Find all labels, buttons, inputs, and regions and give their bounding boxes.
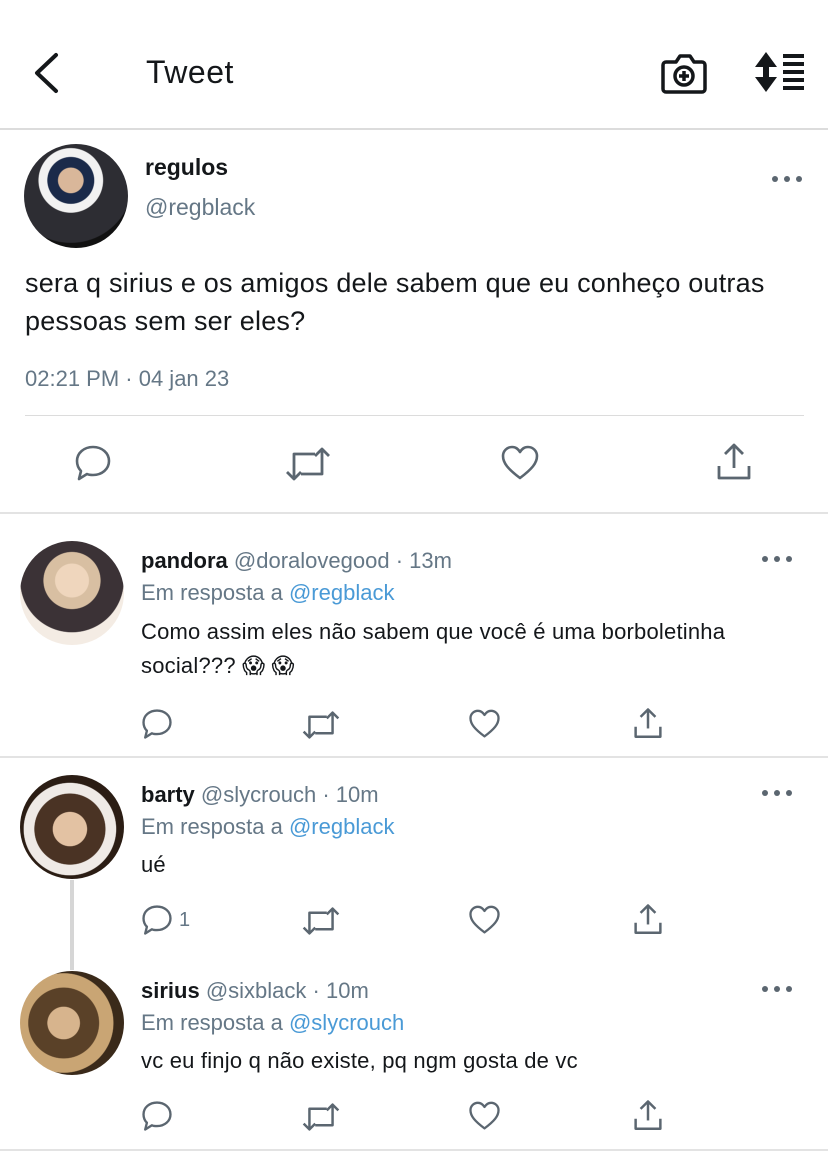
mention-link[interactable]: @slycrouch bbox=[289, 1010, 404, 1035]
reply-tweet[interactable]: pandora @doralovegood · 13m Em resposta … bbox=[0, 514, 828, 756]
sort-button[interactable] bbox=[752, 50, 806, 94]
main-tweet: regulos @regblack sera q sirius e os ami… bbox=[0, 132, 828, 512]
like-button[interactable] bbox=[468, 709, 501, 739]
share-button[interactable] bbox=[633, 1099, 663, 1132]
author-name[interactable]: regulos bbox=[145, 154, 228, 181]
avatar[interactable] bbox=[20, 971, 124, 1075]
reply-button[interactable] bbox=[141, 708, 179, 740]
share-icon bbox=[717, 443, 751, 480]
share-icon bbox=[634, 1100, 662, 1130]
heart-icon bbox=[501, 445, 539, 480]
heart-icon bbox=[469, 905, 500, 934]
reply-tweet[interactable]: barty @slycrouch · 10m Em resposta a @re… bbox=[0, 758, 828, 954]
author-handle[interactable]: @doralovegood bbox=[234, 548, 390, 573]
share-button[interactable] bbox=[633, 903, 663, 936]
camera-button[interactable] bbox=[660, 50, 708, 96]
author-handle[interactable]: @regblack bbox=[145, 194, 255, 221]
share-button[interactable] bbox=[716, 442, 752, 482]
like-button[interactable] bbox=[468, 1101, 501, 1131]
reply-icon bbox=[142, 709, 172, 739]
author-name[interactable]: barty bbox=[141, 782, 195, 807]
chevron-left-icon bbox=[35, 53, 58, 93]
in-reply-prefix: Em resposta a bbox=[141, 580, 283, 605]
divider bbox=[25, 415, 804, 416]
in-reply-prefix: Em resposta a bbox=[141, 814, 283, 839]
tweet-timestamp: 02:21 PM · 04 jan 23 bbox=[25, 366, 230, 391]
author-handle[interactable]: @sixblack bbox=[206, 978, 307, 1003]
reply-button[interactable]: 1 bbox=[141, 904, 190, 936]
like-button[interactable] bbox=[500, 445, 540, 481]
reply-button[interactable] bbox=[141, 1100, 179, 1132]
share-icon bbox=[634, 904, 662, 934]
author-name[interactable]: pandora bbox=[141, 548, 228, 573]
retweet-button[interactable] bbox=[302, 710, 340, 740]
top-bar: Tweet bbox=[0, 0, 828, 130]
in-reply-prefix: Em resposta a bbox=[141, 1010, 283, 1035]
avatar[interactable] bbox=[24, 144, 128, 248]
retweet-button[interactable] bbox=[285, 446, 331, 482]
share-icon bbox=[634, 708, 662, 738]
heart-icon bbox=[469, 709, 500, 738]
more-options-icon[interactable] bbox=[762, 984, 792, 994]
tweet-text: sera q sirius e os amigos dele sabem que… bbox=[25, 268, 765, 336]
sort-list-icon bbox=[755, 52, 804, 92]
in-reply-to: Em resposta a @slycrouch bbox=[141, 1010, 404, 1036]
retweet-icon bbox=[302, 711, 340, 739]
author-handle[interactable]: @slycrouch bbox=[201, 782, 316, 807]
like-button[interactable] bbox=[468, 905, 501, 935]
reply-header: barty @slycrouch · 10m bbox=[141, 782, 379, 808]
reply-text: vc eu finjo q não existe, pq ngm gosta d… bbox=[141, 1048, 578, 1073]
heart-icon bbox=[469, 1101, 500, 1130]
avatar[interactable] bbox=[20, 775, 124, 879]
avatar[interactable] bbox=[20, 541, 124, 645]
reply-text: Como assim eles não sabem que você é uma… bbox=[141, 619, 726, 678]
mention-link[interactable]: @regblack bbox=[289, 580, 395, 605]
back-button[interactable] bbox=[26, 50, 66, 96]
reply-tweet[interactable]: sirius @sixblack · 10m Em resposta a @sl… bbox=[0, 954, 828, 1150]
more-options-icon[interactable] bbox=[762, 554, 792, 564]
camera-plus-icon bbox=[661, 54, 707, 94]
divider bbox=[0, 1149, 828, 1151]
mention-link[interactable]: @regblack bbox=[289, 814, 395, 839]
retweet-button[interactable] bbox=[302, 906, 340, 936]
reply-time: · 10m bbox=[322, 782, 379, 807]
more-options-icon[interactable] bbox=[762, 788, 792, 798]
retweet-icon bbox=[286, 447, 330, 481]
retweet-icon bbox=[302, 1103, 340, 1131]
share-button[interactable] bbox=[633, 707, 663, 740]
reply-time: · 10m bbox=[312, 978, 369, 1003]
reply-header: sirius @sixblack · 10m bbox=[141, 978, 369, 1004]
retweet-icon bbox=[302, 907, 340, 935]
reply-header: pandora @doralovegood · 13m bbox=[141, 548, 452, 574]
retweet-button[interactable] bbox=[302, 1102, 340, 1132]
page-title: Tweet bbox=[146, 54, 234, 90]
author-name[interactable]: sirius bbox=[141, 978, 200, 1003]
reply-count: 1 bbox=[179, 908, 191, 931]
in-reply-to: Em resposta a @regblack bbox=[141, 814, 394, 840]
reply-time: · 13m bbox=[395, 548, 452, 573]
in-reply-to: Em resposta a @regblack bbox=[141, 580, 394, 606]
reply-icon bbox=[142, 905, 172, 935]
reply-icon bbox=[75, 445, 111, 481]
reply-text: ué bbox=[141, 852, 166, 877]
reply-button[interactable] bbox=[74, 444, 112, 482]
more-options-icon[interactable] bbox=[772, 174, 802, 184]
reply-icon bbox=[142, 1101, 172, 1131]
